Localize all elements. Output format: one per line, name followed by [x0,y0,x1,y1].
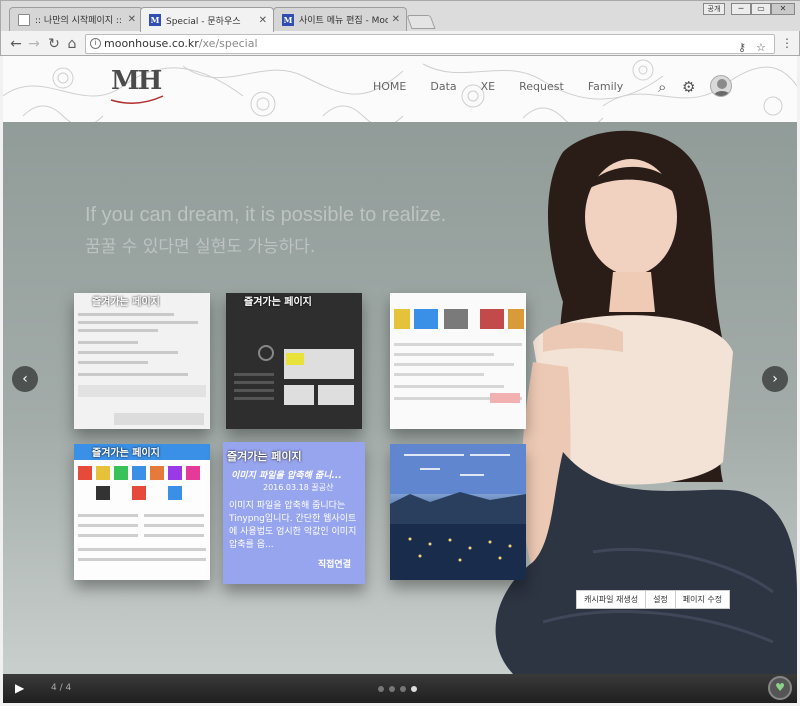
menu-item-request[interactable]: Request [519,80,564,93]
menu-item-family[interactable]: Family [588,80,623,93]
site-header: MH HOME Data XE Request Family ⌕ ⚙ [3,56,797,122]
document-icon [18,13,30,26]
main-menu: HOME Data XE Request Family [373,80,647,93]
hero-tagline-english: If you can dream, it is possible to real… [85,204,447,226]
thumbnail-favorites-page-3[interactable]: 즐겨가는 페이지 [74,444,210,580]
thumbnail-caption: 즐겨가는 페이지 [92,297,160,308]
address-bar[interactable]: i moonhouse.co.kr/xe/special ⚷ ☆ [85,34,775,54]
tab-strip: :: 나만의 시작페이지 :: ✕ M Special - 문하우스 ✕ M 사… [1,1,800,32]
m-logo-icon: M [149,14,161,26]
menu-item-xe[interactable]: XE [481,80,496,93]
edit-page-button[interactable]: 페이지 수정 [676,591,729,608]
gear-icon[interactable]: ⚙ [682,78,695,96]
url-host: moonhouse.co.kr [104,37,199,50]
card-headline: 이미지 파일을 압축해 줍니... [231,471,342,481]
back-icon[interactable]: ← [7,35,25,53]
reload-icon[interactable]: ↻ [45,35,63,53]
home-icon[interactable]: ⌂ [63,35,81,53]
card-title: 즐겨가는 페이지 [227,450,302,463]
url-path: /xe/special [198,37,258,50]
thumbnail-caption: 즐겨가는 페이지 [74,444,210,460]
close-tab-icon[interactable]: ✕ [392,14,400,25]
search-icon[interactable]: ⌕ [658,78,666,96]
close-tab-icon[interactable]: ✕ [128,14,136,25]
key-icon[interactable]: ⚷ [738,39,746,57]
thumbnail-favorites-page-2[interactable]: 즐겨가는 페이지 [226,293,362,429]
maximize-button[interactable]: ▭ [751,3,771,15]
thumbnail-preview [78,313,206,425]
browser-menu-icon[interactable]: ⋮ [781,36,793,50]
thumbnail-preview [394,309,524,403]
slider-prev-button[interactable]: ‹ [12,366,38,392]
regenerate-cache-button[interactable]: 캐시파일 재생성 [577,591,647,608]
slide-counter: 4 / 4 [51,683,72,693]
avatar[interactable] [710,75,732,97]
tab-special[interactable]: M Special - 문하우스 ✕ [140,7,274,32]
slide-dot-active[interactable] [411,686,417,692]
slide-dot[interactable] [389,686,395,692]
logo-swoosh [110,95,164,104]
card-description: 이미지 파일을 압축해 줍니다는 Tinypng입니다. 간단한 웹사이트에 사… [229,501,357,550]
hero-slider: If you can dream, it is possible to real… [3,122,797,674]
minimize-button[interactable]: ─ [731,3,751,15]
slider-next-button[interactable]: › [762,366,788,392]
forward-icon[interactable]: → [25,35,43,53]
profile-button[interactable]: 공개 [703,3,725,15]
tab-menu-edit[interactable]: M 사이트 메뉴 편집 - Moonh ✕ [273,7,407,31]
card-meta: 2016.03.18 꿀공산 [263,483,334,492]
browser-chrome: :: 나만의 시작페이지 :: ✕ M Special - 문하우스 ✕ M 사… [0,0,800,56]
thumbnail-favorites-page-1[interactable]: 즐겨가는 페이지 [74,293,210,429]
favorite-page-card[interactable]: 즐겨가는 페이지 이미지 파일을 압축해 줍니... 2016.03.18 꿀공… [223,442,365,584]
slide-dot[interactable] [400,686,406,692]
new-tab-button[interactable] [406,15,436,29]
slider-control-bar: ▶ 4 / 4 ♥ [3,674,797,703]
tab-title: 사이트 메뉴 편집 - Moonh [299,16,388,26]
hero-tagline-korean: 꿈꿀 수 있다면 실현도 가능하다. [85,237,316,257]
tab-title: :: 나만의 시작페이지 :: [35,16,122,26]
tab-start-page[interactable]: :: 나만의 시작페이지 :: ✕ [9,7,143,31]
settings-button[interactable]: 설정 [646,591,676,608]
close-tab-icon[interactable]: ✕ [259,15,267,26]
web-page: MH HOME Data XE Request Family ⌕ ⚙ If yo… [3,56,797,703]
slide-dot[interactable] [378,686,384,692]
close-window-button[interactable]: ✕ [771,3,795,15]
thumbnail-preview [390,444,526,580]
info-icon[interactable]: i [90,38,101,49]
thumbnail-web-portal[interactable] [390,293,526,429]
menu-item-data[interactable]: Data [430,80,456,93]
shield-icon[interactable]: ♥ [768,676,792,700]
tab-title: Special - 문하우스 [166,16,241,27]
site-logo[interactable]: MH [107,66,167,112]
slide-pagination [378,686,422,692]
star-icon[interactable]: ☆ [756,39,766,57]
thumbnail-preview [78,466,206,561]
play-icon[interactable]: ▶ [15,681,24,695]
thumbnail-caption: 즐겨가는 페이지 [244,297,312,308]
browser-toolbar: ← → ↻ ⌂ i moonhouse.co.kr/xe/special ⚷ ☆… [1,32,800,56]
card-direct-link[interactable]: 직접연결 [318,557,351,570]
m-logo-icon: M [282,13,294,26]
menu-item-home[interactable]: HOME [373,80,406,93]
thumbnail-city-night[interactable] [390,444,526,580]
thumbnail-preview [234,345,354,405]
admin-toolbar: 캐시파일 재생성 설정 페이지 수정 [576,590,731,609]
